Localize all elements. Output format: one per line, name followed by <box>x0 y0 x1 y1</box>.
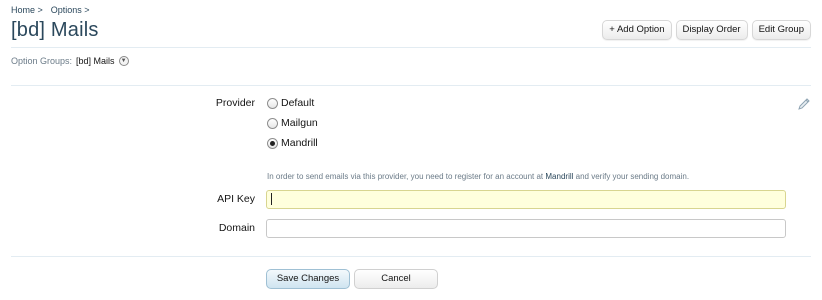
mandrill-link[interactable]: Mandrill <box>545 172 573 181</box>
provider-option-default[interactable]: Default <box>267 97 314 109</box>
text-caret <box>271 193 272 205</box>
radio-icon[interactable] <box>267 97 278 109</box>
pencil-icon[interactable] <box>797 97 811 111</box>
hint-text-after: and verify your sending domain. <box>575 172 690 181</box>
hint-text-before: In order to send emails via this provide… <box>267 172 544 181</box>
header-divider <box>11 47 811 48</box>
api-key-input[interactable] <box>266 190 786 209</box>
provider-option-mailgun[interactable]: Mailgun <box>267 117 318 129</box>
option-groups-current[interactable]: [bd] Mails <box>76 56 115 66</box>
provider-option-mandrill[interactable]: Mandrill <box>267 137 318 149</box>
domain-input[interactable] <box>266 219 786 238</box>
provider-option-label: Default <box>281 97 315 109</box>
add-option-button[interactable]: + Add Option <box>602 20 672 40</box>
display-order-button[interactable]: Display Order <box>675 20 748 40</box>
option-groups: Option Groups: [bd] Mails ▼ <box>11 56 129 66</box>
save-changes-button[interactable]: Save Changes <box>266 269 350 289</box>
cancel-button[interactable]: Cancel <box>354 269 438 289</box>
top-actions: + Add Option Display Order Edit Group <box>602 20 811 40</box>
edit-group-button[interactable]: Edit Group <box>751 20 811 40</box>
provider-label: Provider <box>215 97 255 109</box>
domain-label: Domain <box>218 222 255 234</box>
chevron-down-icon[interactable]: ▼ <box>118 56 129 66</box>
provider-option-label: Mailgun <box>281 117 318 129</box>
api-key-label: API Key <box>217 193 255 205</box>
page-title: [bd] Mails <box>11 19 99 41</box>
provider-hint: In order to send emails via this provide… <box>267 172 689 181</box>
section-divider <box>11 85 811 86</box>
option-groups-label: Option Groups: <box>11 56 73 66</box>
provider-option-label: Mandrill <box>281 137 318 149</box>
radio-icon[interactable] <box>267 117 278 129</box>
radio-selected-icon[interactable] <box>267 137 278 149</box>
breadcrumb-home[interactable]: Home > <box>11 5 43 15</box>
breadcrumb: Home > Options > <box>11 5 90 15</box>
footer-divider <box>11 256 811 257</box>
breadcrumb-options[interactable]: Options > <box>51 5 90 15</box>
